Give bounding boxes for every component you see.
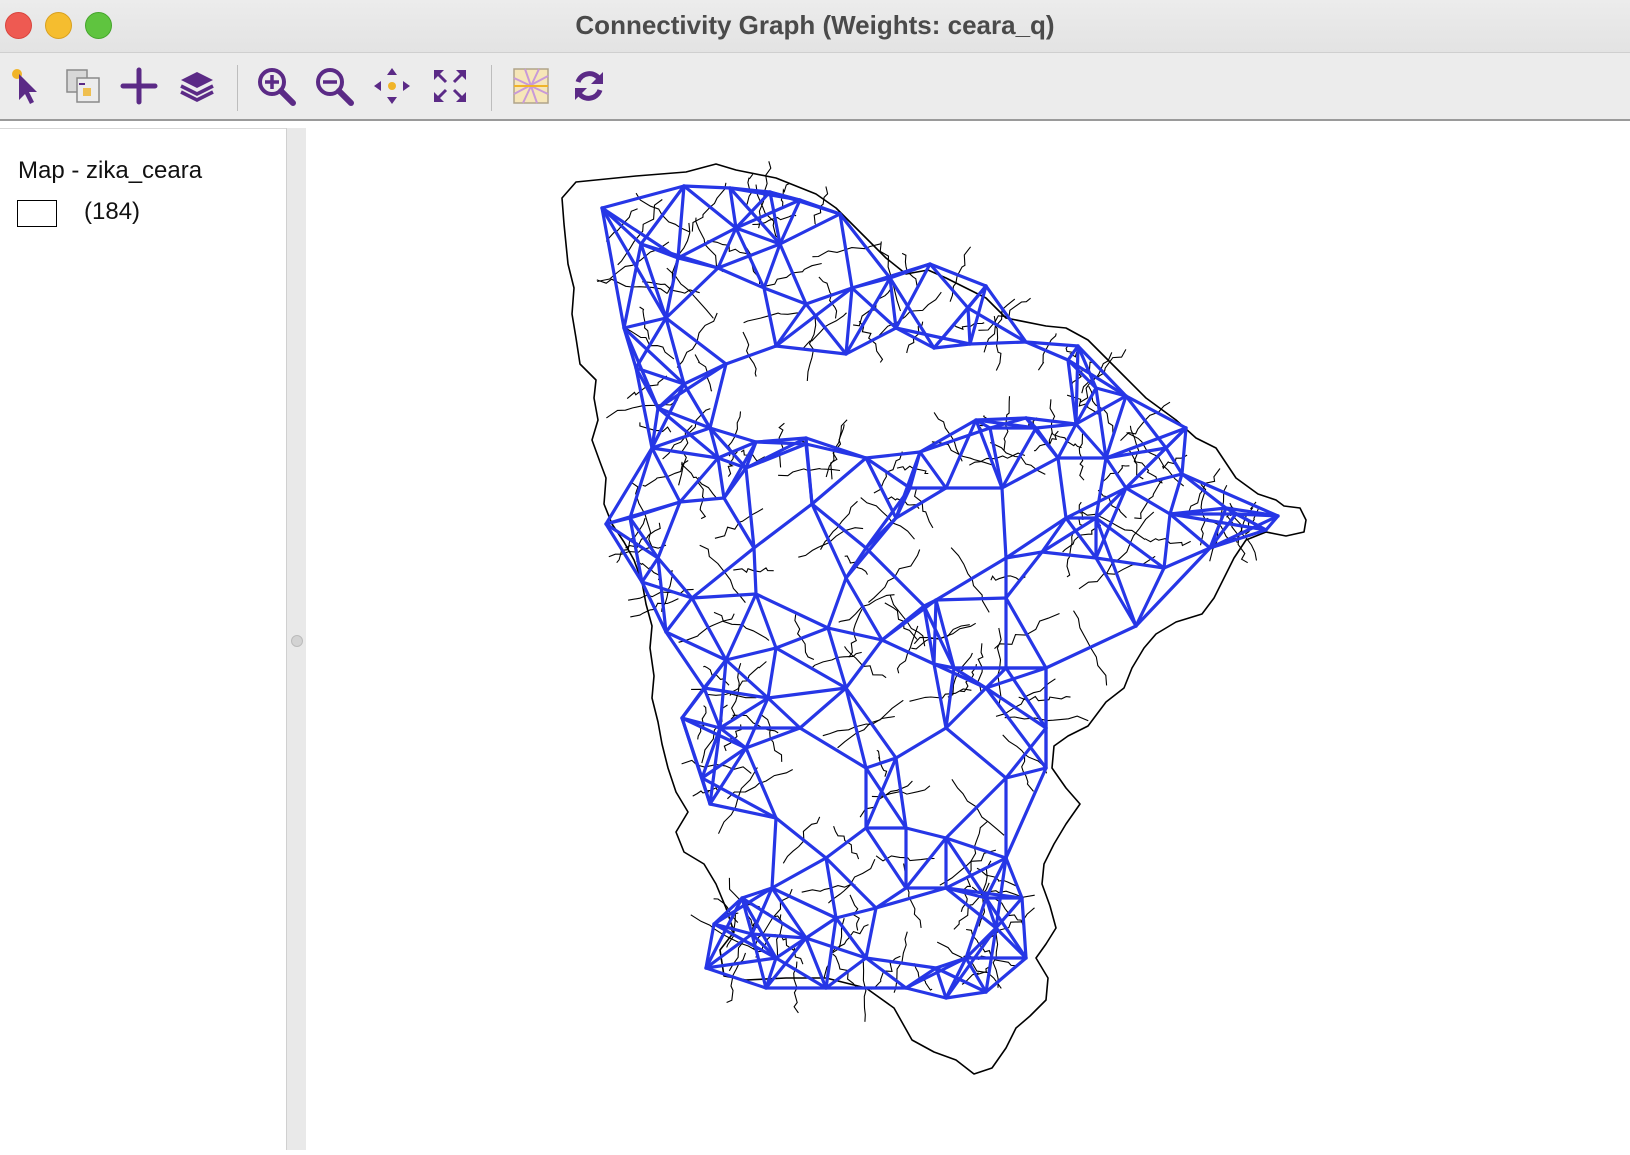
copy-image-icon [66,69,100,103]
window-titlebar: Connectivity Graph (Weights: ceara_q) [0,0,1630,53]
basemap-tool-button[interactable] [506,61,556,111]
layers-icon [180,72,214,102]
legend-panel: Map - zika_ceara (184) [0,128,286,1151]
refresh-tool-button[interactable] [564,61,614,111]
plus-icon [120,67,158,105]
pan-icon [374,68,410,104]
basemap-icon [513,68,549,104]
map-canvas[interactable] [306,128,1630,1150]
toolbar-separator [491,65,492,111]
legend-count: (184) [84,198,141,225]
connectivity-edge [968,340,1028,346]
connectivity-edge [752,546,758,596]
window-title: Connectivity Graph (Weights: ceara_q) [575,10,1055,40]
zoom-out-tool-button[interactable] [309,61,359,111]
select-arrow-icon [12,69,37,104]
full-extent-icon [434,70,466,102]
zoom-in-icon [258,68,296,106]
zoom-out-icon [316,68,354,106]
splitter-handle[interactable] [291,635,303,647]
copy-image-tool-button[interactable] [58,61,108,111]
toolbar-separator [237,65,238,111]
refresh-icon [575,71,603,101]
pan-tool-button[interactable] [367,61,417,111]
connectivity-edge [682,184,732,190]
legend-swatch[interactable] [17,200,57,227]
full-extent-tool-button[interactable] [425,61,475,111]
panel-splitter[interactable] [286,128,307,1150]
connectivity-map[interactable] [306,128,1630,1150]
select-tool-button[interactable] [2,61,52,111]
toolbar [0,53,1630,121]
layers-tool-button[interactable] [172,61,222,111]
connectivity-edge [966,306,972,346]
connectivity-edge [934,596,1008,602]
connectivity-edge [1074,344,1080,426]
legend-title: Map - zika_ceara [18,157,203,184]
connectivity-edge [932,598,938,666]
zoom-in-tool-button[interactable] [251,61,301,111]
add-tool-button[interactable] [114,61,164,111]
